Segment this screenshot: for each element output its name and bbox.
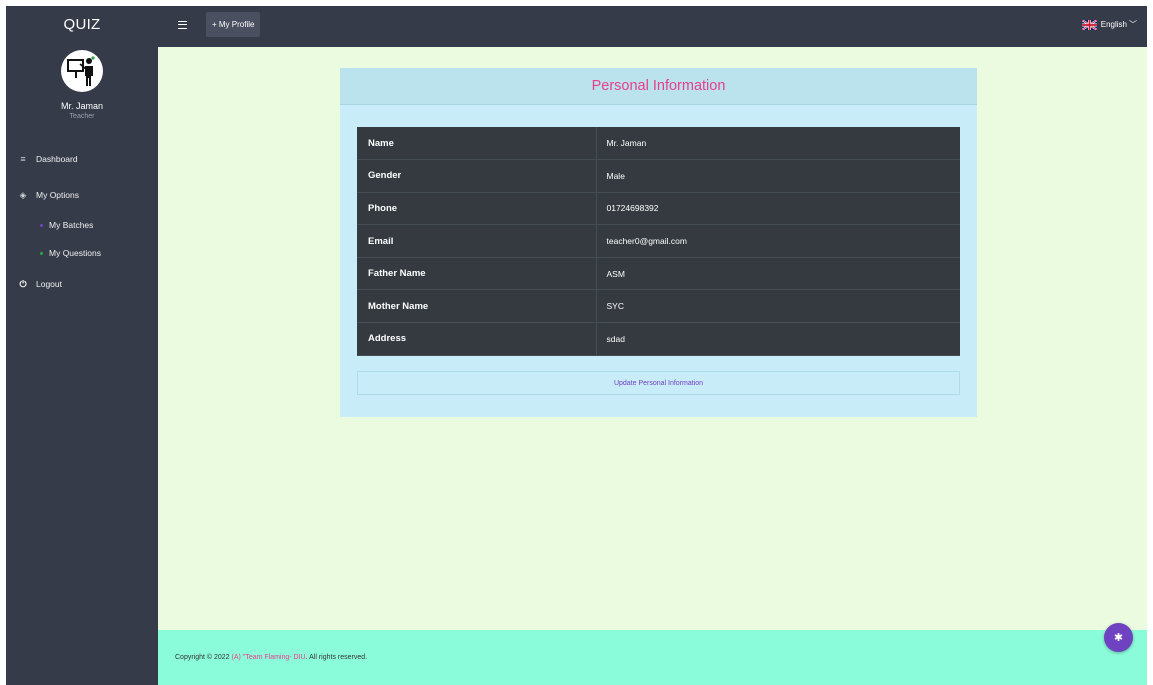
sidebar-item-label: Dashboard [36,154,78,164]
field-label: Name [357,127,597,161]
main-content: Personal Information Name Mr. Jaman Gender… [158,47,1147,630]
sidebar-item-label: My Batches [49,220,94,230]
power-icon: ⏻ [19,278,27,289]
field-label: Gender [357,159,597,193]
field-label: Email [357,224,597,258]
footer-brand-link[interactable]: "Team Flaming- DIU [243,654,306,661]
sidebar: QUIZ Mr. Jaman Teacher ≡ Dashboard ◈ My … [6,6,158,685]
footer: Copyright © 2022 (A) "Team Flaming- DIU.… [158,623,1147,685]
topbar: + My Profile English ﹀ [158,6,1147,47]
menu-icon: ≡ [20,154,26,164]
table-row: Phone 01724698392 [357,192,960,226]
asterisk-icon: ✱ [1113,632,1124,644]
table-row: Address sdad [357,322,960,356]
settings-fab-button[interactable]: ✱ [1104,623,1133,652]
table-row: Gender Male [357,159,960,193]
field-value: teacher0@gmail.com [596,224,960,258]
hamburger-menu-icon[interactable] [178,21,187,29]
field-value: 01724698392 [596,192,960,226]
card-title: Personal Information [340,68,977,105]
sidebar-item-logout[interactable]: ⏻ Logout [6,277,158,291]
sidebar-item-label: My Questions [49,248,101,258]
field-value: SYC [596,289,960,324]
table-row: Email teacher0@gmail.com [357,224,960,258]
table-row: Mother Name SYC [357,289,960,324]
brand-logo[interactable]: QUIZ [6,6,158,42]
dot-icon [40,251,43,255]
app-root: QUIZ Mr. Jaman Teacher ≡ Dashboard ◈ My … [6,6,1147,685]
my-profile-button[interactable]: + My Profile [206,12,261,37]
sidebar-item-my-questions[interactable]: My Questions [6,247,158,259]
sidebar-item-label: Logout [36,279,62,289]
table-row: Name Mr. Jaman [357,127,960,161]
layers-icon: ◈ [19,189,27,200]
field-label: Father Name [357,257,597,291]
sidebar-item-dashboard[interactable]: ≡ Dashboard [6,152,158,166]
field-value: sdad [596,322,960,356]
sidebar-nav: ≡ Dashboard ◈ My Options My Batches My Q… [6,152,158,291]
copyright-suffix: . All rights reserved. [305,654,368,661]
language-selector[interactable]: English ﹀ [1081,19,1137,30]
chevron-down-icon: ﹀ [1129,20,1137,29]
personal-info-table: Name Mr. Jaman Gender Male Phone 01724698392 E… [357,127,960,356]
field-label: Mother Name [357,289,597,324]
field-value: Mr. Jaman [596,127,960,161]
field-label: Phone [357,192,597,226]
user-name: Mr. Jaman [60,101,103,111]
language-label: English [1100,20,1127,29]
update-personal-info-button[interactable]: Update Personal Information [357,371,960,395]
dot-icon [40,223,43,227]
copyright-prefix: Copyright © 2022 [175,654,230,661]
field-value: Male [596,159,960,193]
field-value: ASM [596,257,960,291]
sidebar-item-my-options[interactable]: ◈ My Options [6,188,158,202]
footer-brand-icon: (A) [231,654,241,661]
sidebar-item-label: My Options [36,190,79,200]
teacher-icon [67,56,95,86]
table-row: Father Name ASM [357,257,960,291]
sidebar-item-my-batches[interactable]: My Batches [6,219,158,231]
user-role: Teacher [69,113,95,120]
uk-flag-icon [1081,19,1097,30]
personal-info-card: Personal Information Name Mr. Jaman Gender… [340,68,977,417]
avatar [61,50,103,92]
field-label: Address [357,322,597,356]
